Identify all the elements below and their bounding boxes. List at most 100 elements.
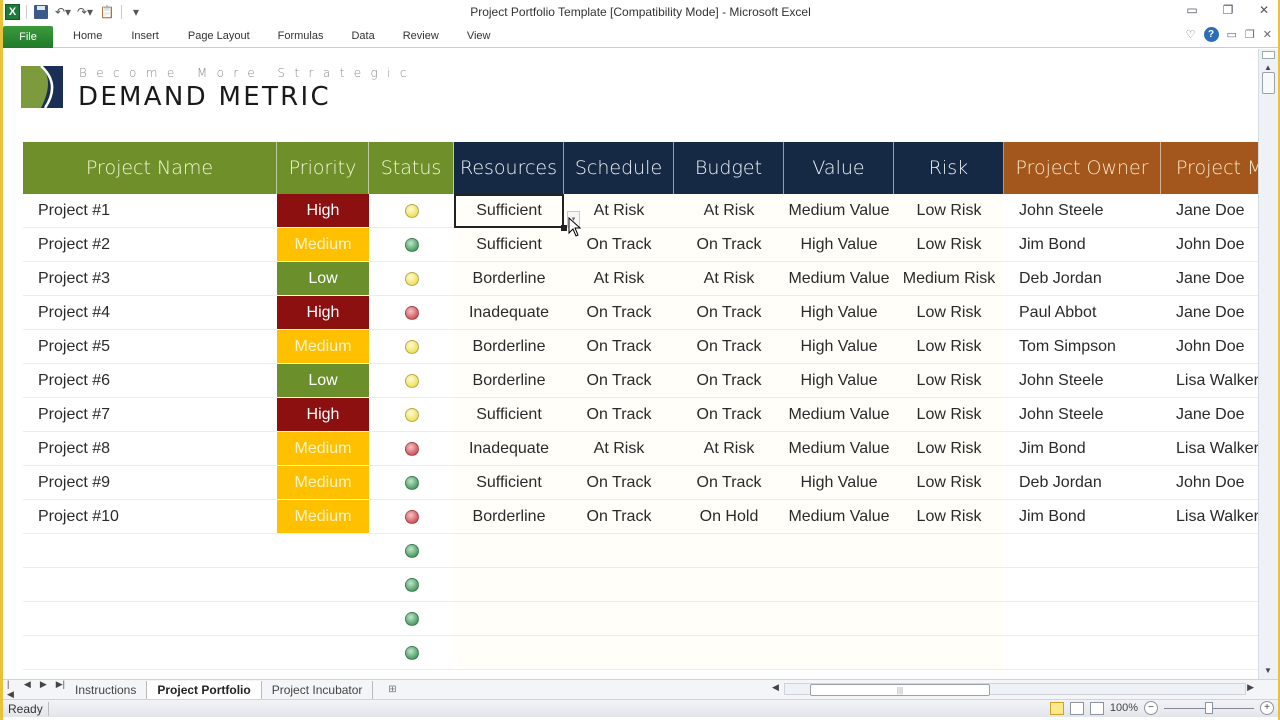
redo-icon[interactable]: ↷▾ <box>77 4 93 20</box>
cell-project-manager[interactable] <box>1161 568 1258 602</box>
prev-sheet-icon[interactable]: ◀ <box>24 679 31 700</box>
cell-priority[interactable]: High <box>277 296 369 330</box>
cell-resources[interactable]: Inadequate <box>454 432 564 466</box>
help-icon[interactable]: ? <box>1203 27 1219 42</box>
cell-resources[interactable]: Sufficient <box>454 194 564 228</box>
page-layout-view-icon[interactable] <box>1069 701 1084 715</box>
horizontal-scroll-thumb[interactable]: ||| <box>810 684 990 696</box>
cell-priority[interactable] <box>277 568 369 602</box>
zoom-slider[interactable] <box>1164 701 1254 714</box>
cell-value[interactable]: High Value <box>784 228 894 262</box>
cell-status[interactable] <box>369 466 454 500</box>
cell-project-owner[interactable] <box>1004 602 1161 636</box>
cell-budget[interactable]: At Risk <box>674 432 784 466</box>
cell-project-name[interactable]: Project #10 <box>23 500 277 534</box>
cell-project-manager[interactable]: Lisa Walker <box>1161 432 1258 466</box>
cell-status[interactable] <box>369 194 454 228</box>
zoom-in-icon[interactable]: + <box>1260 701 1274 715</box>
cell-status[interactable] <box>369 432 454 466</box>
horizontal-scrollbar[interactable]: ◀ ||| ▶ <box>760 682 1260 696</box>
zoom-level[interactable]: 100% <box>1110 702 1138 714</box>
cell-project-owner[interactable]: Tom Simpson <box>1004 330 1161 364</box>
cell-schedule[interactable]: On Track <box>564 296 674 330</box>
cell-risk[interactable]: Low Risk <box>894 432 1004 466</box>
tab-data[interactable]: Data <box>351 30 374 42</box>
cell-risk[interactable] <box>894 568 1004 602</box>
cell-project-manager[interactable] <box>1161 602 1258 636</box>
cell-priority[interactable]: High <box>277 398 369 432</box>
paste-icon[interactable]: 📋 <box>99 4 115 20</box>
cell-project-manager[interactable] <box>1161 534 1258 568</box>
workbook-minimize-icon[interactable]: ▭ <box>1227 28 1237 41</box>
vertical-scrollbar[interactable]: ▲ ▼ <box>1258 49 1278 679</box>
tab-page-layout[interactable]: Page Layout <box>188 30 250 42</box>
cell-budget[interactable]: On Track <box>674 364 784 398</box>
minimize-ribbon-icon[interactable]: ♡ <box>1186 28 1196 41</box>
cell-priority[interactable]: Medium <box>277 500 369 534</box>
cell-budget[interactable]: On Track <box>674 330 784 364</box>
cell-resources[interactable]: Sufficient <box>454 228 564 262</box>
cell-schedule[interactable] <box>564 602 674 636</box>
cell-value[interactable]: Medium Value <box>784 432 894 466</box>
undo-icon[interactable]: ↶▾ <box>55 4 71 20</box>
cell-priority[interactable]: Medium <box>277 466 369 500</box>
cell-schedule[interactable] <box>564 568 674 602</box>
header-project-manager[interactable]: Project M <box>1161 142 1258 194</box>
cell-budget[interactable]: On Hold <box>674 500 784 534</box>
header-schedule[interactable]: Schedule <box>564 142 674 194</box>
workbook-close-icon[interactable]: ✕ <box>1263 28 1272 41</box>
cell-value[interactable]: Medium Value <box>784 500 894 534</box>
cell-project-manager[interactable]: John Doe <box>1161 228 1258 262</box>
cell-value[interactable] <box>784 534 894 568</box>
cell-resources[interactable] <box>454 534 564 568</box>
horizontal-scroll-track[interactable]: ||| <box>784 683 1246 696</box>
cell-project-owner[interactable]: Jim Bond <box>1004 228 1161 262</box>
cell-project-owner[interactable]: John Steele <box>1004 398 1161 432</box>
cell-priority[interactable]: Low <box>277 262 369 296</box>
cell-schedule[interactable]: On Track <box>564 364 674 398</box>
cell-schedule[interactable]: At Risk <box>564 432 674 466</box>
sheet-tab-instructions[interactable]: Instructions <box>65 680 148 699</box>
tab-review[interactable]: Review <box>403 30 439 42</box>
tab-home[interactable]: Home <box>73 30 102 42</box>
minimize-icon[interactable]: ▭ <box>1184 3 1200 17</box>
cell-project-name[interactable] <box>23 568 277 602</box>
header-resources[interactable]: Resources <box>454 142 564 194</box>
cell-project-name[interactable]: Project #8 <box>23 432 277 466</box>
first-sheet-icon[interactable]: |◀ <box>7 679 15 700</box>
cell-project-name[interactable]: Project #4 <box>23 296 277 330</box>
tab-formulas[interactable]: Formulas <box>278 30 324 42</box>
cell-project-owner[interactable]: Deb Jordan <box>1004 262 1161 296</box>
cell-value[interactable] <box>784 568 894 602</box>
cell-project-name[interactable] <box>23 636 277 670</box>
cell-status[interactable] <box>369 534 454 568</box>
cell-risk[interactable] <box>894 602 1004 636</box>
cell-resources[interactable] <box>454 636 564 670</box>
cell-status[interactable] <box>369 636 454 670</box>
cell-project-name[interactable]: Project #3 <box>23 262 277 296</box>
cell-budget[interactable] <box>674 602 784 636</box>
cell-resources[interactable]: Sufficient <box>454 398 564 432</box>
cell-schedule[interactable]: On Track <box>564 398 674 432</box>
insert-sheet-icon[interactable]: ⊞ <box>381 683 403 697</box>
cell-value[interactable]: High Value <box>784 364 894 398</box>
cell-schedule[interactable] <box>564 534 674 568</box>
cell-priority[interactable] <box>277 534 369 568</box>
header-project-name[interactable]: Project Name <box>23 142 277 194</box>
cell-project-name[interactable] <box>23 534 277 568</box>
cell-risk[interactable]: Low Risk <box>894 466 1004 500</box>
next-sheet-icon[interactable]: ▶ <box>40 679 47 700</box>
cell-budget[interactable]: On Track <box>674 398 784 432</box>
cell-resources[interactable]: Inadequate <box>454 296 564 330</box>
vertical-scroll-thumb[interactable] <box>1262 72 1275 94</box>
cell-project-name[interactable]: Project #1 <box>23 194 277 228</box>
tab-file[interactable]: File <box>3 25 53 48</box>
normal-view-icon[interactable] <box>1049 701 1064 715</box>
cell-status[interactable] <box>369 262 454 296</box>
close-icon[interactable]: ✕ <box>1256 3 1272 17</box>
cell-schedule[interactable]: At Risk <box>564 262 674 296</box>
cell-resources[interactable]: Borderline <box>454 364 564 398</box>
cell-project-owner[interactable] <box>1004 568 1161 602</box>
cell-risk[interactable]: Low Risk <box>894 364 1004 398</box>
cell-risk[interactable]: Low Risk <box>894 296 1004 330</box>
